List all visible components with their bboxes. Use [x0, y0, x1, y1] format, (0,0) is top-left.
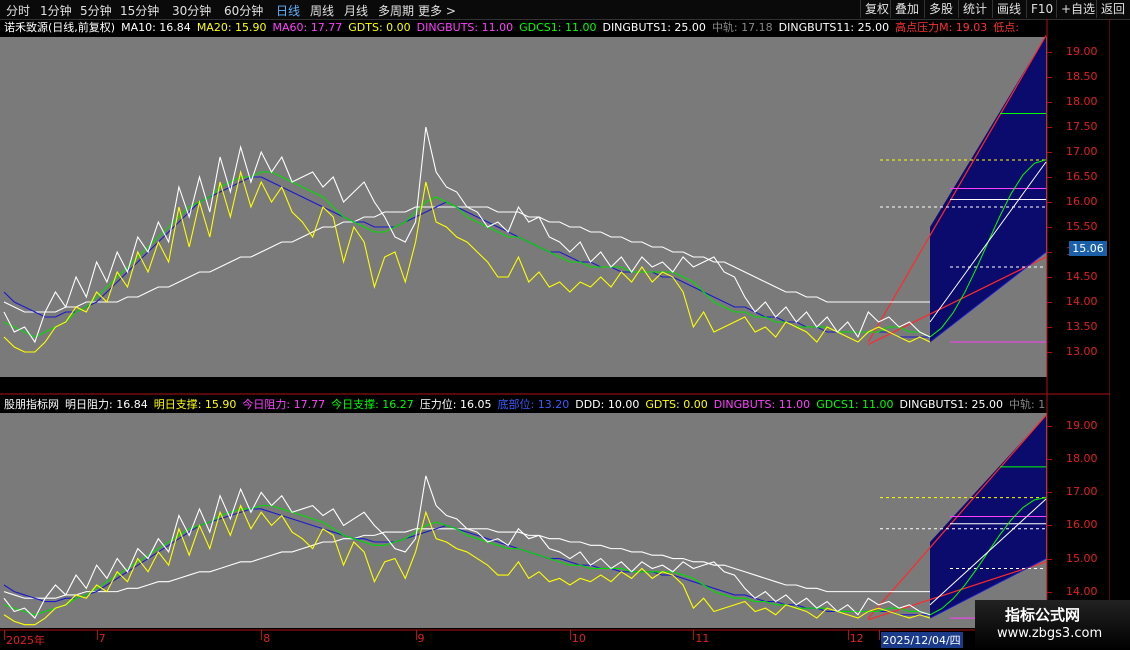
- sub-price-tick-3: 16.00: [1066, 518, 1098, 532]
- sub-price-tick-5: 14.00: [1066, 584, 1098, 598]
- date-tick-4: 10: [571, 632, 586, 645]
- sub-series-ma60: [3, 508, 930, 616]
- main-price-tick-11: 13.50: [1066, 320, 1098, 333]
- date-tick-mark-4: [569, 630, 571, 640]
- watermark-title: 指标公式网: [1005, 606, 1081, 624]
- date-tick-2: 8: [263, 632, 271, 645]
- sub-price-tick-mark-1: [1047, 459, 1052, 461]
- main-price-tick-1: 18.50: [1066, 70, 1098, 83]
- date-tick-mark-6: [847, 630, 849, 640]
- watermark-url: www.zbgs3.com: [997, 626, 1103, 641]
- date-tick-mark-0: [4, 630, 5, 640]
- date-tick-7: 2025/12/04/四: [880, 632, 963, 648]
- main-price-tick-9: 14.50: [1066, 270, 1098, 283]
- main-price-tick-7: 15.50: [1066, 220, 1098, 233]
- main-price-tick-mark-2: [1047, 102, 1052, 103]
- main-series-ma120: [3, 206, 930, 313]
- main-price-tick-mark-4: [1047, 152, 1052, 153]
- current-price-badge: 15.06: [1069, 241, 1107, 256]
- sub-price-tick-0: 19.00: [1066, 419, 1098, 433]
- sub-price-tick-mark-2: [1047, 492, 1052, 494]
- date-tick-6: 12: [849, 632, 864, 645]
- sub-series-close: [3, 475, 931, 619]
- sub-price-tick-4: 15.00: [1066, 551, 1098, 565]
- sub-series-ma20: [3, 505, 931, 616]
- main-price-tick-mark-11: [1047, 327, 1052, 328]
- sub-price-tick-mark-0: [1047, 426, 1052, 428]
- date-tick-0: 2025年: [6, 634, 45, 647]
- main-price-tick-mark-7: [1047, 227, 1052, 228]
- sub-price-tick-mark-3: [1047, 525, 1052, 527]
- side-info-strip: [1110, 20, 1130, 630]
- sub-series-ma120: [3, 528, 930, 599]
- date-tick-1: 7: [98, 632, 106, 645]
- date-tick-mark-3: [415, 630, 417, 640]
- main-price-tick-mark-0: [1047, 52, 1052, 53]
- date-tick-mark-1: [96, 630, 98, 640]
- main-price-tick-mark-6: [1047, 202, 1052, 203]
- main-price-tick-12: 13.00: [1066, 345, 1098, 358]
- main-price-tick-4: 17.00: [1066, 145, 1098, 158]
- date-tick-mark-2: [261, 630, 263, 640]
- watermark-logo: 指标公式网 www.zbgs3.com: [975, 600, 1130, 650]
- main-price-tick-10: 14.00: [1066, 295, 1098, 308]
- main-price-tick-mark-1: [1047, 77, 1052, 78]
- sub-price-tick-mark-5: [1047, 591, 1052, 593]
- main-price-tick-mark-9: [1047, 277, 1052, 278]
- sub-price-tick-2: 17.00: [1066, 485, 1098, 499]
- main-price-tick-6: 16.00: [1066, 195, 1098, 208]
- chart-canvas[interactable]: [0, 0, 1130, 650]
- main-price-tick-mark-10: [1047, 302, 1052, 303]
- main-price-tick-3: 17.50: [1066, 120, 1098, 133]
- main-price-tick-5: 16.50: [1066, 170, 1098, 183]
- date-tick-mark-7: [878, 630, 880, 640]
- main-series-close: [3, 126, 931, 344]
- sub-price-tick-1: 18.00: [1066, 452, 1098, 466]
- main-series-ma60: [3, 176, 930, 338]
- date-tick-3: 9: [417, 632, 425, 645]
- main-price-tick-mark-3: [1047, 127, 1052, 128]
- main-price-tick-mark-8: [1047, 252, 1052, 253]
- sub-series-ma10: [3, 504, 931, 626]
- date-tick-5: 11: [695, 632, 710, 645]
- main-price-tick-0: 19.00: [1066, 45, 1098, 58]
- main-price-tick-2: 18.00: [1066, 95, 1098, 108]
- main-price-tick-mark-12: [1047, 352, 1052, 353]
- main-series-ma10: [3, 169, 931, 353]
- date-tick-mark-5: [693, 630, 695, 640]
- main-series-ma20: [3, 171, 931, 338]
- main-price-tick-mark-5: [1047, 177, 1052, 178]
- sub-price-tick-mark-4: [1047, 558, 1052, 560]
